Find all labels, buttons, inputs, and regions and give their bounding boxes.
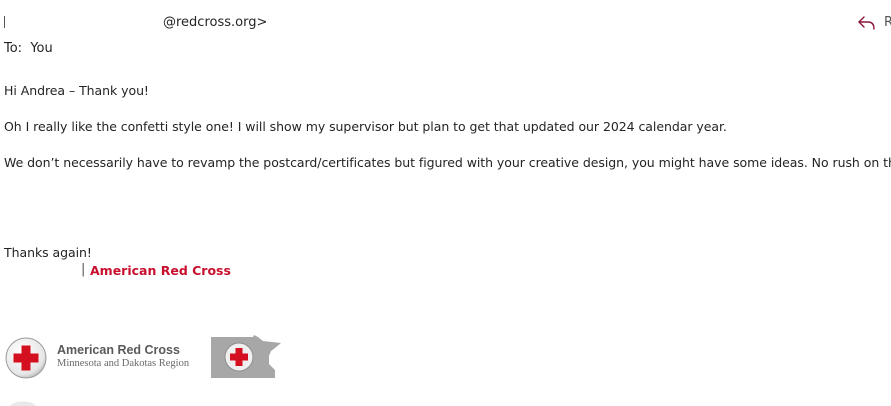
recipient-name[interactable]: You — [30, 41, 52, 56]
logo-subtitle: Minnesota and Dakotas Region — [57, 358, 190, 369]
greeting-line: Hi Andrea – Thank you! — [4, 83, 149, 98]
reply-button-label[interactable]: R — [884, 15, 891, 30]
recipient-row: To: You — [4, 41, 53, 56]
logo-title: American Red Cross — [57, 343, 180, 357]
signature-organization: American Red Cross — [90, 263, 231, 278]
signature-separator: | — [81, 262, 86, 277]
reply-arrow-icon[interactable] — [857, 14, 877, 32]
sender-email[interactable]: @redcross.org> — [163, 15, 267, 30]
partial-image-edge — [10, 401, 36, 406]
region-map-cross-icon — [211, 335, 281, 378]
red-cross-logo-icon — [5, 337, 47, 379]
to-label: To: — [4, 41, 23, 56]
sender-name-redacted-bar — [4, 16, 5, 28]
message-paragraph-2: We don’t necessarily have to revamp the … — [4, 155, 891, 170]
closing-line: Thanks again! — [4, 245, 92, 260]
message-paragraph-1: Oh I really like the confetti style one!… — [4, 119, 727, 134]
